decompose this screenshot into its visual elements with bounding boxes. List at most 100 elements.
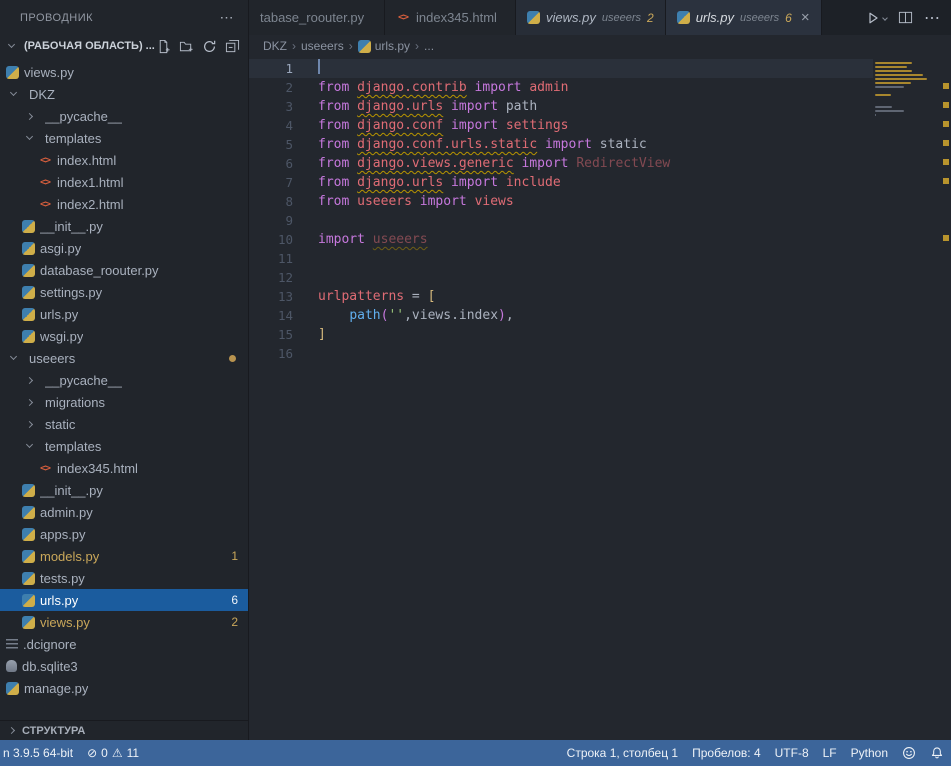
breadcrumb: DKZ › useeers › urls.py › ... <box>249 35 951 57</box>
language-mode-status[interactable]: Python <box>844 740 895 766</box>
tree-file-database_roouter.py[interactable]: database_roouter.py <box>0 259 248 281</box>
list-icon <box>6 639 18 650</box>
split-editor-button[interactable] <box>898 10 913 25</box>
tree-folder-__pycache__[interactable]: __pycache__ <box>0 369 248 391</box>
tree-file-asgi.py[interactable]: asgi.py <box>0 237 248 259</box>
tree-file-models.py[interactable]: models.py1 <box>0 545 248 567</box>
status-left: n 3.9.5 64-bit ⊘ 0 ⚠ 11 <box>0 740 146 766</box>
chevron-down-icon <box>8 41 15 48</box>
problems-status[interactable]: ⊘ 0 ⚠ 11 <box>80 740 146 766</box>
file-label: views.py <box>24 65 74 80</box>
breadcrumb-item-file[interactable]: urls.py <box>358 39 410 53</box>
tree-file-tests.py[interactable]: tests.py <box>0 567 248 589</box>
code-line-11: 11 <box>249 249 873 268</box>
minimap-line <box>875 98 938 100</box>
run-python-file-button[interactable] <box>865 10 887 26</box>
tree-folder-static[interactable]: static <box>0 413 248 435</box>
play-icon <box>865 10 881 26</box>
python-interpreter-status[interactable]: n 3.9.5 64-bit <box>0 740 80 766</box>
warning-ruler-mark <box>943 178 949 184</box>
warning-ruler-mark <box>943 235 949 241</box>
editor-group: tabase_roouter.py <>index345.htmlviews.py… <box>249 0 951 740</box>
tab-urls.py[interactable]: urls.pyuseeers6× <box>666 0 822 35</box>
new-folder-button[interactable] <box>178 38 194 54</box>
warning-ruler-mark <box>943 121 949 127</box>
eol-status[interactable]: LF <box>816 740 844 766</box>
minimap-line <box>875 70 912 72</box>
tree-file-manage.py[interactable]: manage.py <box>0 677 248 699</box>
tree-file-urls.py[interactable]: urls.py <box>0 303 248 325</box>
file-label: templates <box>45 131 101 146</box>
tree-file-urls.py[interactable]: urls.py6 <box>0 589 248 611</box>
notifications-button[interactable] <box>923 740 951 766</box>
tree-file-__init__.py[interactable]: __init__.py <box>0 215 248 237</box>
explorer-sidebar: ПРОВОДНИК ⋯ (РАБОЧАЯ ОБЛАСТЬ) ... <box>0 0 249 740</box>
new-file-button[interactable] <box>155 38 171 54</box>
code-editor[interactable]: 12from django.contrib import admin3from … <box>249 57 951 740</box>
code-area[interactable]: 12from django.contrib import admin3from … <box>249 57 951 363</box>
python-icon <box>22 506 35 519</box>
tab-directory-label: useeers <box>740 12 779 24</box>
chevron-down-icon <box>26 133 33 140</box>
outline-label: СТРУКТУРА <box>22 725 85 737</box>
tree-file-db.sqlite3[interactable]: db.sqlite3 <box>0 655 248 677</box>
warning-count: 11 <box>127 746 139 760</box>
feedback-button[interactable] <box>895 740 923 766</box>
code-text: urlpatterns = [ <box>318 287 435 306</box>
refresh-button[interactable] <box>201 38 217 54</box>
file-label: settings.py <box>40 285 102 300</box>
tree-folder-templates[interactable]: templates <box>0 435 248 457</box>
collapse-all-button[interactable] <box>224 38 240 54</box>
explorer-more-icon[interactable]: ⋯ <box>220 9 235 26</box>
html-icon: <> <box>38 176 52 189</box>
tree-folder-useeers[interactable]: useeers <box>0 347 248 369</box>
tree-folder-__pycache__[interactable]: __pycache__ <box>0 105 248 127</box>
problems-badge: 1 <box>231 549 238 563</box>
html-icon: <> <box>38 198 52 211</box>
python-icon <box>6 682 19 695</box>
tab-title: tabase_roouter.py <box>260 10 364 25</box>
indentation-status[interactable]: Пробелов: 4 <box>685 740 768 766</box>
tree-file-settings.py[interactable]: settings.py <box>0 281 248 303</box>
encoding-status[interactable]: UTF-8 <box>768 740 816 766</box>
minimap[interactable] <box>875 58 938 122</box>
tree-file-admin.py[interactable]: admin.py <box>0 501 248 523</box>
file-label: useeers <box>29 351 75 366</box>
breadcrumb-file-label: urls.py <box>375 39 410 53</box>
tab-views.py[interactable]: views.pyuseeers2 <box>516 0 666 35</box>
tree-file-views.py[interactable]: views.py2 <box>0 611 248 633</box>
breadcrumb-item-folder[interactable]: useeers <box>301 39 344 53</box>
line-number: 7 <box>249 173 293 192</box>
code-text: path('',views.index), <box>318 306 514 325</box>
tree-file-index1.html[interactable]: <>index1.html <box>0 171 248 193</box>
python-icon <box>527 11 540 24</box>
warning-ruler-mark <box>943 159 949 165</box>
tab-tabase_roouter.py[interactable]: tabase_roouter.py <box>249 0 385 35</box>
tab-index345.html[interactable]: <>index345.html <box>385 0 516 35</box>
breadcrumb-item-root[interactable]: DKZ <box>263 39 287 53</box>
workspace-section-header[interactable]: (РАБОЧАЯ ОБЛАСТЬ) ... <box>0 35 248 57</box>
outline-section-header[interactable]: СТРУКТУРА <box>0 720 248 740</box>
tree-folder-DKZ[interactable]: DKZ <box>0 83 248 105</box>
tree-file-apps.py[interactable]: apps.py <box>0 523 248 545</box>
chevron-down-icon <box>26 441 33 448</box>
file-label: migrations <box>45 395 105 410</box>
explorer-actions <box>155 38 240 54</box>
cursor-position-status[interactable]: Строка 1, столбец 1 <box>560 740 685 766</box>
tree-file-views.py[interactable]: views.py <box>0 61 248 83</box>
python-icon <box>22 572 35 585</box>
breadcrumb-item-more[interactable]: ... <box>424 39 434 53</box>
file-label: __pycache__ <box>45 109 122 124</box>
more-actions-button[interactable]: ⋯ <box>924 8 940 28</box>
tree-file-__init__.py[interactable]: __init__.py <box>0 479 248 501</box>
tree-file-.dcignore[interactable]: .dcignore <box>0 633 248 655</box>
tree-folder-migrations[interactable]: migrations <box>0 391 248 413</box>
tree-file-index.html[interactable]: <>index.html <box>0 149 248 171</box>
tree-file-index2.html[interactable]: <>index2.html <box>0 193 248 215</box>
tab-problems-badge: 6 <box>785 11 792 25</box>
tree-file-wsgi.py[interactable]: wsgi.py <box>0 325 248 347</box>
tree-folder-templates[interactable]: templates <box>0 127 248 149</box>
close-icon[interactable]: × <box>801 9 810 26</box>
tree-file-index345.html[interactable]: <>index345.html <box>0 457 248 479</box>
file-label: .dcignore <box>23 637 76 652</box>
